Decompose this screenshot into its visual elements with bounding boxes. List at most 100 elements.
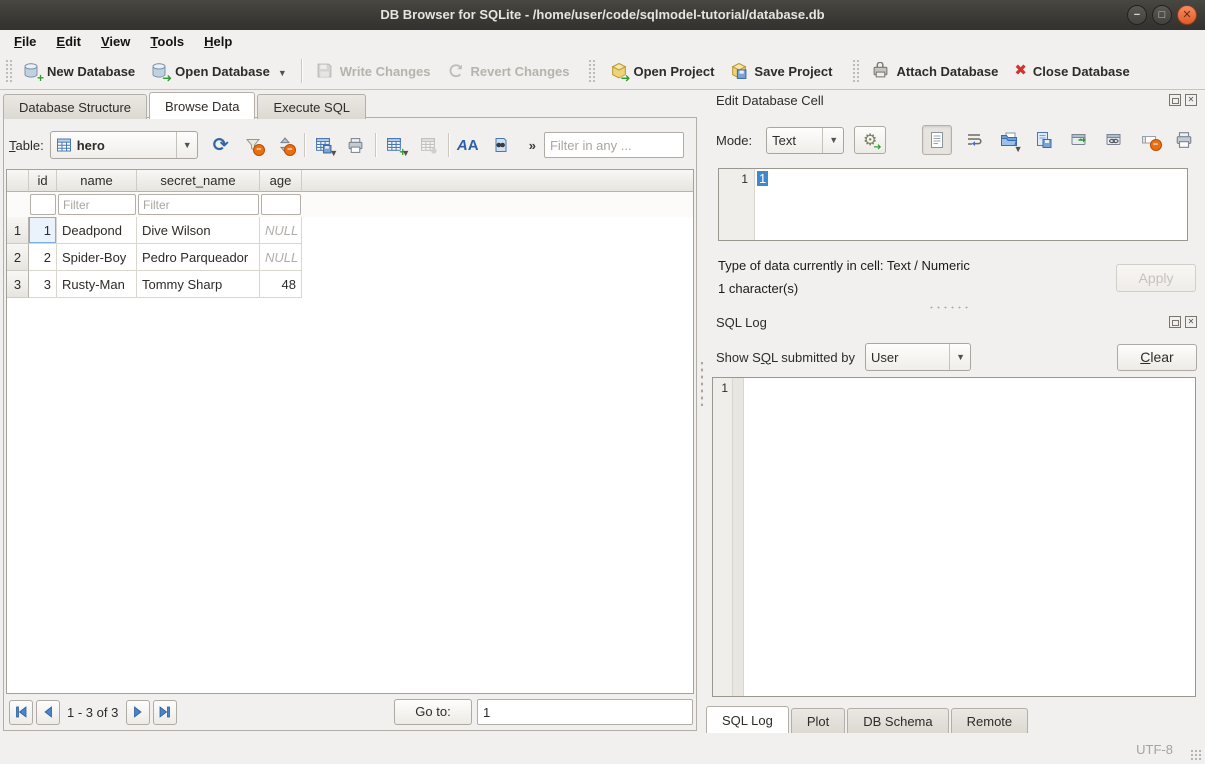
goto-button[interactable]: Go to:	[394, 699, 472, 725]
close-dock-icon[interactable]: ✕	[1185, 94, 1197, 106]
cell-id[interactable]: 3	[29, 271, 57, 298]
table-select[interactable]: hero ▼	[50, 131, 198, 159]
tab-database-structure[interactable]: Database Structure	[3, 94, 147, 119]
close-button[interactable]: ✕	[1177, 5, 1197, 25]
sql-source-select[interactable]: User ▼	[865, 343, 971, 371]
cell-secret-name[interactable]: Tommy Sharp	[137, 271, 260, 298]
tab-execute-sql[interactable]: Execute SQL	[257, 94, 366, 119]
cell-editor-content[interactable]: 1	[755, 169, 770, 240]
export-cell-button[interactable]	[1031, 127, 1057, 153]
goto-input[interactable]	[477, 699, 693, 725]
toolbar-grip[interactable]	[588, 59, 595, 83]
filter-input-id[interactable]	[30, 194, 56, 215]
column-header-id[interactable]: id	[29, 170, 57, 192]
new-database-button[interactable]: + New Database	[15, 57, 143, 85]
cell-editor[interactable]: 1 1	[718, 168, 1188, 241]
open-project-button[interactable]: ➜ Open Project	[602, 57, 723, 85]
titlebar: DB Browser for SQLite - /home/user/code/…	[0, 0, 1205, 31]
revert-changes-icon	[447, 62, 465, 80]
link-icon	[1105, 131, 1123, 149]
cell-secret-name[interactable]: Pedro Parqueador	[137, 244, 260, 271]
set-null-button[interactable]: −	[1136, 127, 1162, 153]
row-number[interactable]: 2	[7, 244, 29, 271]
mode-select[interactable]: Text ▼	[766, 127, 844, 154]
float-dock-icon[interactable]	[1169, 94, 1181, 106]
cell-id[interactable]: 2	[29, 244, 57, 271]
auto-apply-button[interactable]: ⚙ ➜	[854, 126, 886, 154]
word-wrap-button[interactable]	[961, 127, 987, 153]
tab-browse-data[interactable]: Browse Data	[149, 92, 255, 119]
attach-database-button[interactable]: Attach Database	[864, 57, 1006, 85]
previous-page-button[interactable]	[36, 700, 60, 725]
resize-grip-icon[interactable]	[1190, 749, 1203, 762]
maximize-button[interactable]: □	[1152, 5, 1172, 25]
find-button[interactable]	[487, 132, 513, 158]
cell-name[interactable]: Rusty-Man	[57, 271, 137, 298]
menu-help[interactable]: Help	[194, 32, 242, 51]
new-record-button[interactable]: + ▼	[382, 132, 408, 158]
pagination-range: 1 - 3 of 3	[67, 705, 118, 720]
tab-plot[interactable]: Plot	[791, 708, 845, 733]
import-cell-button[interactable]: ▼	[996, 127, 1022, 153]
menu-view[interactable]: View	[91, 32, 140, 51]
cell-age[interactable]: 48	[260, 271, 302, 298]
open-database-button[interactable]: ➜ Open Database ▼	[143, 57, 295, 85]
open-external-button[interactable]	[1066, 127, 1092, 153]
filter-any-input[interactable]	[544, 132, 684, 158]
format-button[interactable]: AA	[455, 132, 481, 158]
cell-secret-name[interactable]: Dive Wilson	[137, 217, 260, 244]
browse-controls: Table: hero ▼ ⟳ − − ▼	[9, 130, 691, 160]
column-header-secret-name[interactable]: secret_name	[137, 170, 260, 192]
filter-input-secret-name[interactable]	[138, 194, 259, 215]
column-header-name[interactable]: name	[57, 170, 137, 192]
column-header-age[interactable]: age	[260, 170, 302, 192]
cell-age[interactable]: NULL	[260, 217, 302, 244]
tab-db-schema[interactable]: DB Schema	[847, 708, 948, 733]
corner-header[interactable]	[7, 170, 29, 192]
menu-edit[interactable]: Edit	[46, 32, 91, 51]
write-changes-button[interactable]: Write Changes	[308, 57, 439, 85]
minimize-button[interactable]: −	[1127, 5, 1147, 25]
toolbar-grip[interactable]	[852, 59, 859, 83]
row-number[interactable]: 1	[7, 217, 29, 244]
first-page-button[interactable]	[9, 700, 33, 725]
sql-log-content[interactable]	[744, 378, 1195, 696]
float-dock-icon[interactable]	[1169, 316, 1181, 328]
filter-input-name[interactable]	[58, 194, 136, 215]
print-table-button[interactable]	[343, 132, 369, 158]
apply-button[interactable]: Apply	[1116, 264, 1196, 292]
text-mode-button[interactable]	[922, 125, 952, 155]
last-page-button[interactable]	[153, 700, 177, 725]
vertical-splitter[interactable]	[699, 362, 705, 406]
clear-sort-button[interactable]: −	[272, 132, 298, 158]
save-project-button[interactable]: Save Project	[722, 57, 840, 85]
revert-changes-button[interactable]: Revert Changes	[439, 57, 578, 85]
toolbar-grip[interactable]	[5, 59, 12, 83]
close-dock-icon[interactable]: ✕	[1185, 316, 1197, 328]
next-page-button[interactable]	[126, 700, 150, 725]
sql-log-area[interactable]: 1	[712, 377, 1196, 697]
filter-input-age[interactable]	[261, 194, 301, 215]
delete-record-button[interactable]	[416, 132, 442, 158]
menu-file[interactable]: File	[4, 32, 46, 51]
clear-filters-button[interactable]: −	[240, 132, 266, 158]
print-cell-button[interactable]	[1171, 127, 1197, 153]
new-record-icon: + ▼	[386, 137, 403, 154]
cell-id[interactable]: 1	[29, 217, 57, 244]
tab-sql-log[interactable]: SQL Log	[706, 706, 789, 733]
cell-name[interactable]: Deadpond	[57, 217, 137, 244]
set-null-icon: −	[1141, 132, 1158, 148]
clear-log-button[interactable]: Clear	[1117, 344, 1197, 371]
menu-tools[interactable]: Tools	[140, 32, 194, 51]
close-database-button[interactable]: ✖ Close Database	[1006, 58, 1137, 84]
open-database-dropdown-icon[interactable]: ▼	[278, 68, 287, 80]
refresh-button[interactable]: ⟳	[208, 132, 234, 158]
row-number[interactable]: 3	[7, 271, 29, 298]
cell-age[interactable]: NULL	[260, 244, 302, 271]
tab-remote[interactable]: Remote	[951, 708, 1029, 733]
horizontal-splitter[interactable]	[928, 305, 972, 311]
save-table-button[interactable]: ▼	[311, 132, 337, 158]
toolbar-overflow-chevron[interactable]: »	[529, 138, 536, 153]
cell-name[interactable]: Spider-Boy	[57, 244, 137, 271]
copy-link-button[interactable]	[1101, 127, 1127, 153]
